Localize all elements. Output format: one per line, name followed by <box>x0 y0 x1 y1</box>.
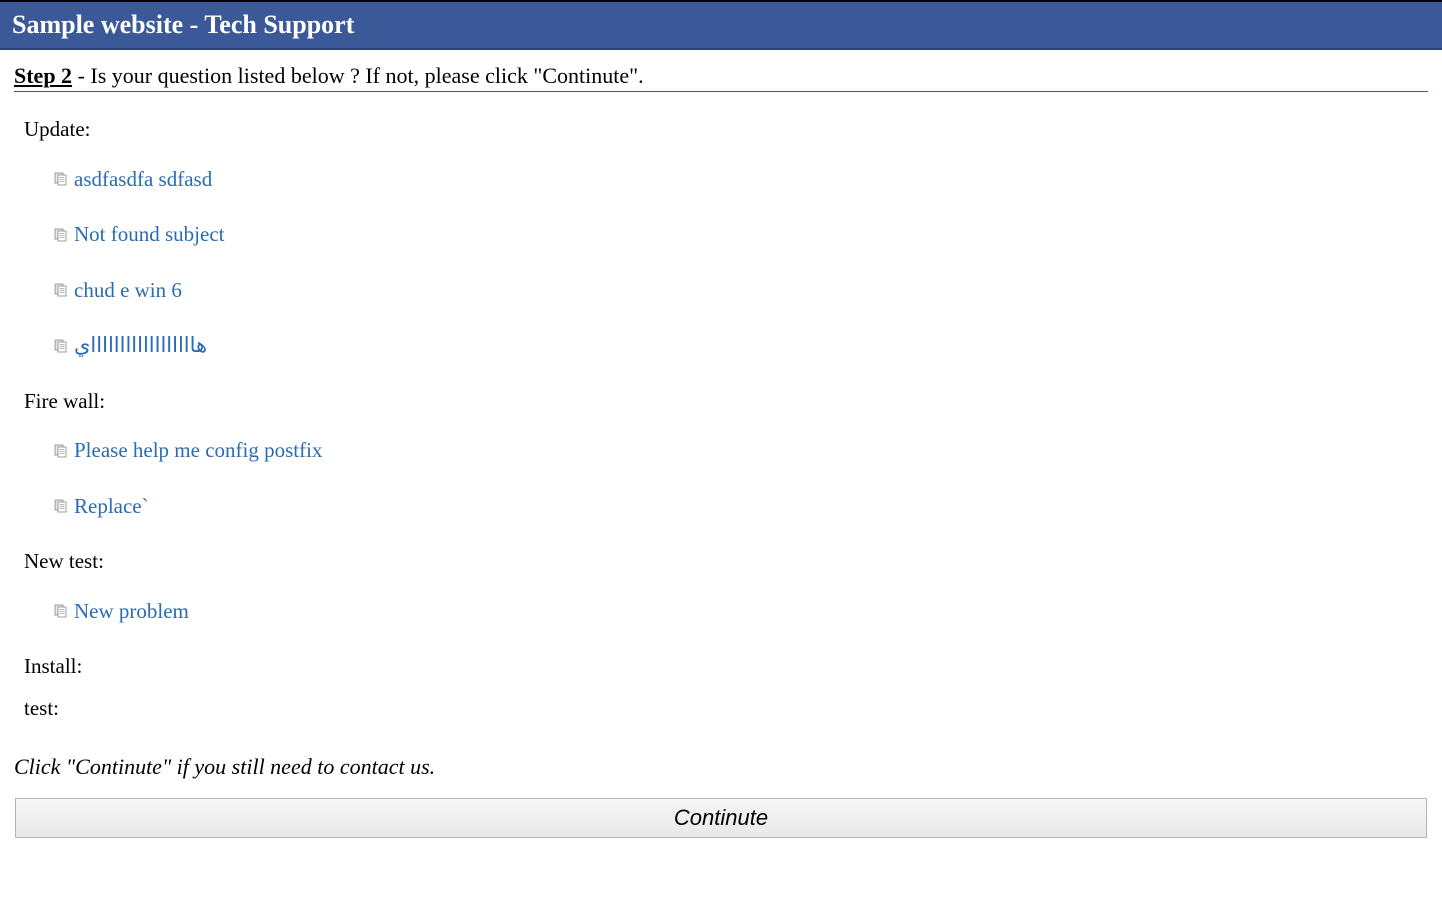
list-item: New problem <box>54 596 1428 628</box>
document-icon <box>54 283 68 297</box>
category-section: New test: New problem <box>24 546 1428 627</box>
list-item: Not found subject <box>54 219 1428 251</box>
category-title: Update: <box>24 114 1428 146</box>
topic-link[interactable]: Please help me config postfix <box>74 435 322 467</box>
document-icon <box>54 172 68 186</box>
category-section: test: <box>24 693 1428 725</box>
document-icon <box>54 604 68 618</box>
list-item: asdfasdfa sdfasd <box>54 164 1428 196</box>
category-title: Install: <box>24 651 1428 683</box>
topic-link[interactable]: هااااااااااااااااااي <box>74 330 207 362</box>
document-icon <box>54 339 68 353</box>
document-icon <box>54 499 68 513</box>
topic-list: asdfasdfa sdfasd Not found subject chud e … <box>54 164 1428 362</box>
topic-link[interactable]: Replace` <box>74 491 149 523</box>
topic-link[interactable]: Not found subject <box>74 219 224 251</box>
document-icon <box>54 228 68 242</box>
document-icon <box>54 444 68 458</box>
list-item: Please help me config postfix <box>54 435 1428 467</box>
topic-list: Please help me config postfix Replace` <box>54 435 1428 522</box>
category-title: Fire wall: <box>24 386 1428 418</box>
topic-link[interactable]: asdfasdfa sdfasd <box>74 164 212 196</box>
step-separator: - <box>72 63 90 88</box>
page-title: Sample website - Tech Support <box>0 2 1442 50</box>
step-label: Step 2 <box>14 63 72 88</box>
continue-button[interactable]: Continute <box>15 798 1427 838</box>
step-text: Is your question listed below ? If not, … <box>90 63 643 88</box>
list-item: chud e win 6 <box>54 275 1428 307</box>
step-prompt: Step 2 - Is your question listed below ?… <box>14 63 1428 92</box>
topic-link[interactable]: New problem <box>74 596 189 628</box>
list-item: Replace` <box>54 491 1428 523</box>
topic-link[interactable]: chud e win 6 <box>74 275 182 307</box>
topic-list: New problem <box>54 596 1428 628</box>
category-title: New test: <box>24 546 1428 578</box>
category-section: Install: <box>24 651 1428 683</box>
category-title: test: <box>24 693 1428 725</box>
hint-text: Click "Continute" if you still need to c… <box>14 754 1428 780</box>
list-item: هااااااااااااااااااي <box>54 330 1428 362</box>
category-section: Update: asdfasdfa sdfasd Not found subject… <box>24 114 1428 362</box>
category-section: Fire wall: Please help me config postfix R… <box>24 386 1428 523</box>
